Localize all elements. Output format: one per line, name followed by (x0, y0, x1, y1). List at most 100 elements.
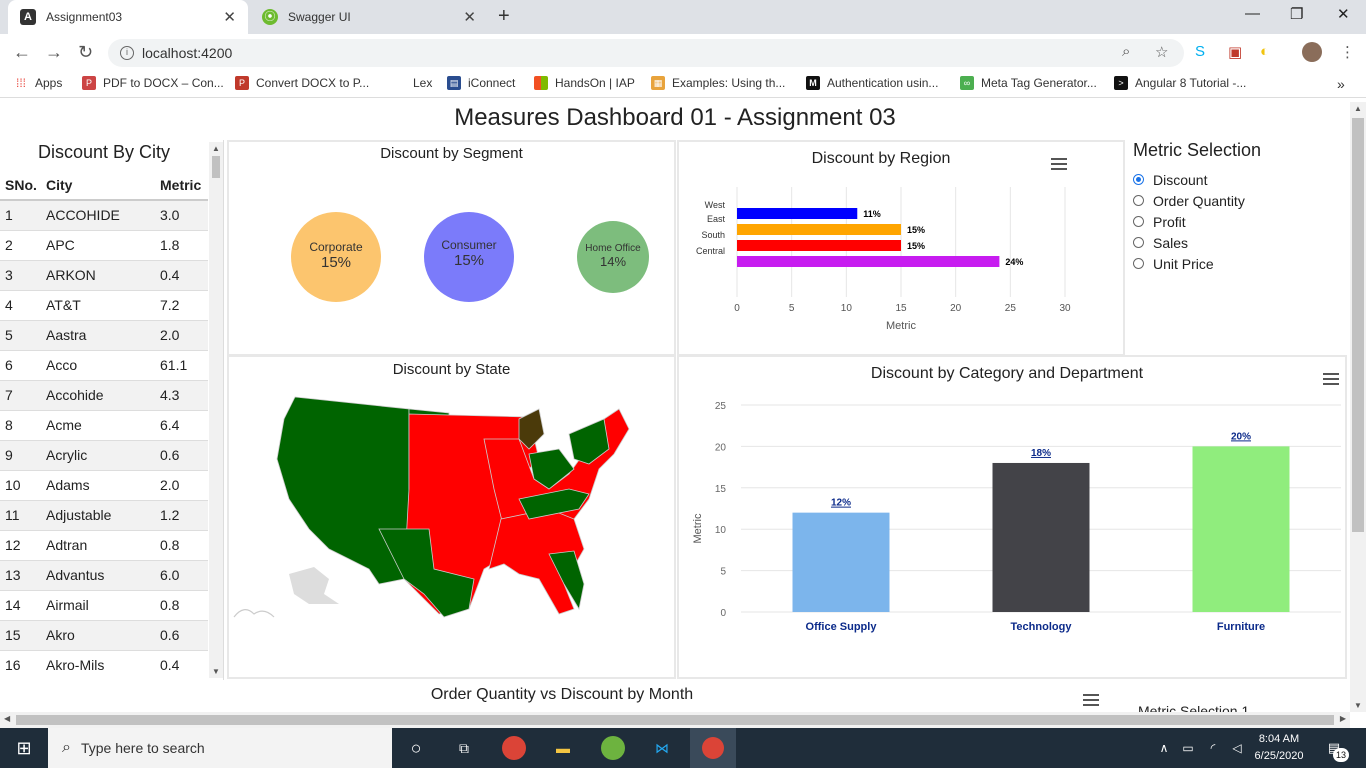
metric-option-unit-price[interactable]: Unit Price (1133, 253, 1346, 274)
radio-button[interactable] (1133, 258, 1144, 269)
table-row[interactable]: 1 ACCOHIDE 3.0 (0, 200, 208, 231)
new-tab-icon[interactable]: + (498, 5, 510, 28)
minimize-icon[interactable]: — (1245, 5, 1260, 22)
table-row[interactable]: 15 Akro 0.6 (0, 620, 208, 651)
table-row[interactable]: 8 Acme 6.4 (0, 410, 208, 441)
cell-city: ACCOHIDE (41, 200, 155, 231)
scroll-left-icon[interactable]: ◀ (4, 714, 10, 723)
scroll-up-icon[interactable]: ▲ (1354, 104, 1362, 113)
table-row[interactable]: 3 ARKON 0.4 (0, 260, 208, 291)
table-row[interactable]: 9 Acrylic 0.6 (0, 440, 208, 471)
close-tab-icon[interactable]: ✕ (463, 8, 476, 26)
task-view-icon[interactable]: ⧉ (452, 736, 476, 760)
table-row[interactable]: 10 Adams 2.0 (0, 470, 208, 501)
scroll-down-icon[interactable]: ▼ (212, 667, 220, 676)
bookmark-handson-iap[interactable]: HandsOn | IAP (534, 76, 635, 90)
cortana-icon[interactable]: ○ (404, 736, 428, 760)
show-hidden-icons[interactable]: ∧ (1152, 736, 1176, 760)
map-alaska-hawaii (233, 567, 339, 618)
scroll-up-icon[interactable]: ▲ (212, 144, 220, 153)
battery-icon[interactable]: ▭ (1176, 736, 1200, 760)
scroll-thumb[interactable] (212, 156, 220, 178)
chart-menu-icon[interactable] (1083, 694, 1099, 706)
page-horizontal-scrollbar[interactable]: ◀ ▶ (0, 712, 1350, 728)
metric-option-discount[interactable]: Discount (1133, 169, 1346, 190)
segment-bubble-corporate[interactable]: Corporate 15% (291, 212, 381, 302)
scroll-thumb[interactable] (16, 715, 1334, 725)
cell-metric: 4.3 (155, 380, 208, 411)
bookmark-star-icon[interactable]: ☆ (1155, 43, 1168, 61)
profile-avatar[interactable] (1302, 42, 1322, 62)
windows-start-icon[interactable]: ⊞ (12, 736, 36, 760)
volume-icon[interactable]: ◁ (1225, 736, 1249, 760)
bookmark-convert-docx[interactable]: P Convert DOCX to P... (235, 76, 369, 90)
bookmark-angular-tutorial[interactable]: > Angular 8 Tutorial -... (1114, 76, 1246, 90)
zoom-icon[interactable]: ⌕ (1122, 43, 1130, 60)
system-clock[interactable]: 8:04 AM 6/25/2020 (1250, 731, 1308, 765)
cell-city: Adjustable (41, 500, 155, 531)
table-row[interactable]: 4 AT&T 7.2 (0, 290, 208, 321)
vscode-icon[interactable]: ⋈ (650, 736, 674, 760)
url-input[interactable]: i localhost:4200 (108, 39, 1184, 67)
table-row[interactable]: 2 APC 1.8 (0, 230, 208, 261)
cell-sno: 4 (0, 290, 41, 321)
table-row[interactable]: 6 Acco 61.1 (0, 350, 208, 381)
close-window-icon[interactable]: ✕ (1337, 5, 1350, 23)
table-row[interactable]: 7 Accohide 4.3 (0, 380, 208, 411)
taskbar-search-input[interactable]: ⌕ Type here to search (48, 728, 392, 768)
more-bookmarks-icon[interactable]: » (1337, 76, 1345, 92)
column-header-city[interactable]: City (41, 170, 155, 201)
scroll-right-icon[interactable]: ▶ (1340, 714, 1346, 723)
metric-option-order-quantity[interactable]: Order Quantity (1133, 190, 1346, 211)
bookmark-examples[interactable]: ▦ Examples: Using th... (651, 76, 785, 90)
discount-by-region-panel: Discount by Region 0 5 10 15 20 25 30 Metric Wes… (677, 140, 1125, 356)
column-header-metric[interactable]: Metric (155, 170, 208, 201)
extension-moon-icon[interactable]: ◐ (1260, 43, 1269, 60)
maximize-icon[interactable]: ❐ (1290, 5, 1303, 23)
table-row[interactable]: 16 Akro-Mils 0.4 (0, 650, 208, 680)
cell-sno: 12 (0, 530, 41, 561)
segment-bubble-consumer[interactable]: Consumer 15% (424, 212, 514, 302)
table-row[interactable]: 12 Adtran 0.8 (0, 530, 208, 561)
scroll-down-icon[interactable]: ▼ (1354, 701, 1362, 710)
close-tab-icon[interactable]: ✕ (223, 8, 236, 26)
table-row[interactable]: 5 Aastra 2.0 (0, 320, 208, 351)
table-row[interactable]: 14 Airmail 0.8 (0, 590, 208, 621)
column-header-sno[interactable]: SNo. (0, 170, 41, 201)
page-vertical-scrollbar[interactable]: ▲ ▼ (1350, 102, 1366, 712)
radio-button[interactable] (1133, 195, 1144, 206)
back-arrow-icon[interactable]: ← (13, 42, 31, 63)
map-region-east[interactable] (483, 408, 630, 615)
bar (737, 208, 858, 219)
metric-option-sales[interactable]: Sales (1133, 232, 1346, 253)
reload-icon[interactable]: ↻ (78, 42, 93, 63)
chrome-active-icon[interactable] (690, 728, 736, 768)
bookmark-pdf-to-docx[interactable]: P PDF to DOCX – Con... (82, 76, 224, 90)
cell-city: Acme (41, 410, 155, 441)
tab-assignment03[interactable]: A Assignment03 ✕ (8, 0, 248, 34)
table-row[interactable]: 11 Adjustable 1.2 (0, 500, 208, 531)
menu-kebab-icon[interactable]: ⋮ (1340, 43, 1355, 61)
radio-button[interactable] (1133, 216, 1144, 227)
spring-tool-icon[interactable] (601, 736, 625, 760)
metric-option-profit[interactable]: Profit (1133, 211, 1346, 232)
radio-button[interactable] (1133, 237, 1144, 248)
bookmark-meta-tag[interactable]: ∞ Meta Tag Generator... (960, 76, 1097, 90)
bookmark-lex[interactable]: Lex (413, 76, 432, 90)
bookmark-authentication[interactable]: M Authentication usin... (806, 76, 938, 90)
chrome-icon[interactable] (502, 736, 526, 760)
skype-icon[interactable]: S (1195, 43, 1205, 60)
forward-arrow-icon[interactable]: → (45, 42, 63, 63)
bookmark-iconnect[interactable]: ▤ iConnect (447, 76, 515, 90)
info-icon[interactable]: i (120, 46, 134, 60)
table-row[interactable]: 13 Advantus 6.0 (0, 560, 208, 591)
bookmark-apps[interactable]: ⁞⁞⁞ Apps (14, 76, 62, 90)
segment-bubble-home-office[interactable]: Home Office 14% (577, 221, 649, 293)
wifi-icon[interactable]: ◜ (1201, 736, 1225, 760)
radio-button-checked[interactable] (1133, 174, 1144, 185)
file-explorer-icon[interactable]: ▬ (551, 736, 575, 760)
scroll-thumb[interactable] (1352, 118, 1364, 532)
tab-swagger-ui[interactable]: ⦿ Swagger UI ✕ (250, 0, 488, 34)
extension-icon[interactable]: ▣ (1228, 43, 1242, 61)
city-table-scrollbar[interactable]: ▲ ▼ (209, 142, 223, 678)
